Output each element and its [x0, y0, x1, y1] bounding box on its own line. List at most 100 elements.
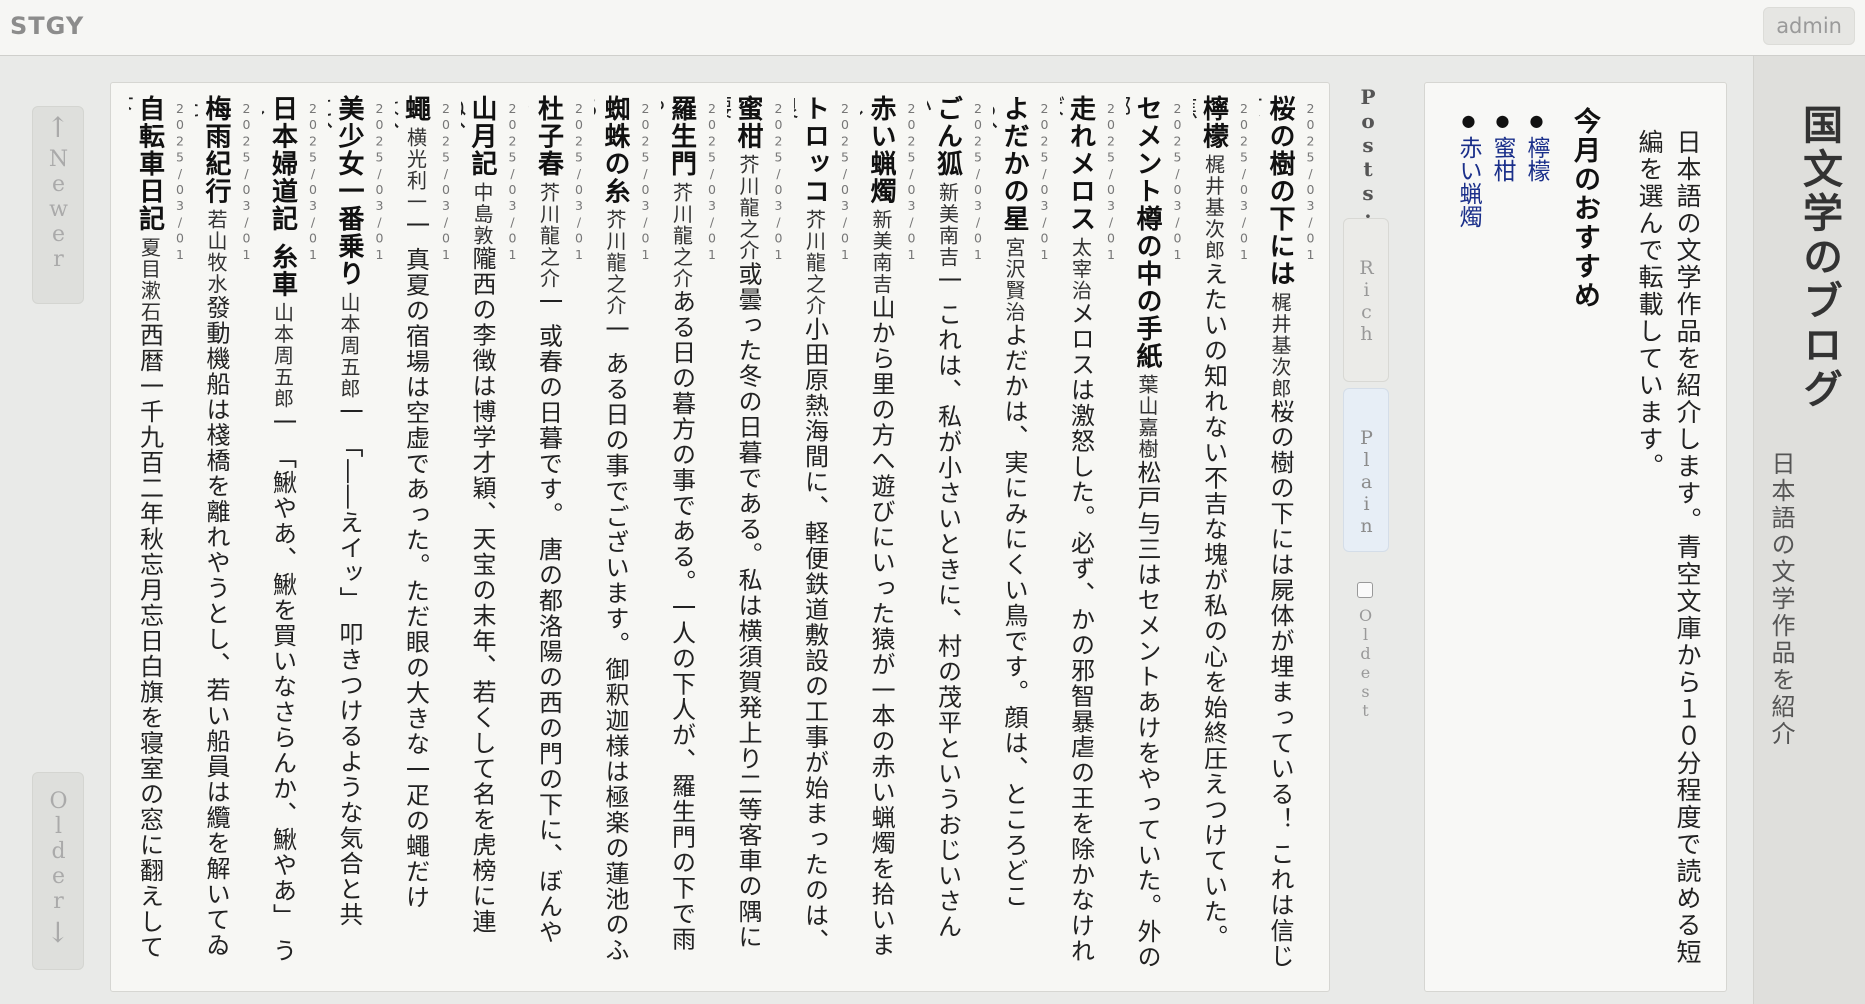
post-title[interactable]: トロッコ	[800, 95, 830, 205]
post-body: 自転車日記夏目漱石西暦一千九百二年秋忘月忘日白旗を寝室の窓に翻えして下…	[129, 95, 165, 983]
post-body: 桜の樹の下には梶井基次郎桜の樹の下には屍体が埋まっている！ これは信じて…	[1259, 95, 1295, 983]
post-date: 2025/03/01	[1103, 101, 1119, 263]
post-date: 2025/03/01	[771, 101, 786, 263]
post-author: 夏目漱石	[137, 236, 162, 323]
post-item[interactable]: 2025/03/01 自転車日記夏目漱石西暦一千九百二年秋忘月忘日白旗を寝室の窓に…	[122, 95, 189, 983]
post-item[interactable]: 2025/03/01 日本婦道記 糸車山本周五郎一 「鰍やあ、鰍を買いなさらんか、…	[255, 95, 322, 983]
post-title[interactable]: 蠅	[401, 95, 431, 123]
admin-button[interactable]: admin	[1763, 7, 1855, 45]
post-item[interactable]: 2025/03/01 蜘蛛の糸芥川龍之介一 ある日の事でございます。御釈迦様は極楽…	[588, 95, 655, 983]
site-title[interactable]: 国文学のブログ	[1790, 104, 1848, 412]
post-body: 蜜柑芥川龍之介或曇った冬の日暮である。私は横須賀発上り二等客車の隅に腰…	[727, 95, 763, 983]
post-author: 新美南吉	[869, 209, 893, 295]
post-author: 山本周五郎	[270, 302, 295, 410]
post-author: 葉山嘉樹	[1135, 374, 1159, 460]
site-header-column: 国文学のブログ 日本語の文学作品を紹介	[1753, 56, 1865, 1004]
post-title[interactable]: よだかの星	[999, 95, 1029, 233]
post-date: 2025/03/01	[638, 101, 653, 263]
posts-list: 2025/03/01 桜の樹の下には梶井基次郎桜の樹の下には屍体が埋まっている！ …	[122, 95, 1319, 983]
post-title[interactable]: 蜜柑	[733, 95, 763, 150]
post-item[interactable]: 2025/03/01 蜜柑芥川龍之介或曇った冬の日暮である。私は横須賀発上り二等客…	[721, 95, 788, 983]
post-body: ごん狐新美南吉一 これは、私が小さいときに、村の茂平というおじいさんか…	[927, 95, 963, 983]
post-item[interactable]: 2025/03/01 蠅横光利一一 真夏の宿場は空虚であった。ただ眼の大きな一疋の…	[388, 95, 455, 983]
plain-toggle-button[interactable]: Plain	[1343, 388, 1389, 552]
post-title[interactable]: 美少女一番乗り	[334, 95, 364, 288]
post-title[interactable]: 桜の樹の下には	[1265, 95, 1295, 288]
post-item[interactable]: 2025/03/01 桜の樹の下には梶井基次郎桜の樹の下には屍体が埋まっている！ …	[1253, 95, 1320, 983]
post-item[interactable]: 2025/03/01 ごん狐新美南吉一 これは、私が小さいときに、村の茂平というお…	[920, 95, 987, 983]
post-body: 日本婦道記 糸車山本周五郎一 「鰍やあ、鰍を買いなさらんか、鰍やあ」 うし…	[262, 95, 298, 983]
rich-label: Rich	[1355, 257, 1378, 345]
post-author: 芥川龍之介	[603, 209, 627, 317]
post-item[interactable]: 2025/03/01 羅生門芥川龍之介ある日の暮方の事である。一人の下人が、羅生門…	[654, 95, 721, 983]
post-body: よだかの星宮沢賢治よだかは、実にみにくい鳥です。顔は、ところどころ、…	[993, 95, 1029, 983]
post-body: 檸檬梶井基次郎えたいの知れない不吉な塊が私の心を始終圧えつけていた。焦…	[1193, 95, 1229, 983]
post-author: 芥川龍之介	[736, 154, 760, 262]
recommend-item[interactable]: ● 赤い蝋燭	[1455, 111, 1481, 228]
post-item[interactable]: 2025/03/01 赤い蝋燭新美南吉山から里の方へ遊びにいった猿が一本の赤い蝋燭…	[854, 95, 921, 983]
post-title[interactable]: 赤い蝋燭	[866, 95, 896, 205]
post-item[interactable]: 2025/03/01 杜子春芥川龍之介一 或春の日暮です。 唐の都洛陽の西の門の下…	[521, 95, 588, 983]
post-author: 芥川龍之介	[536, 181, 561, 290]
post-item[interactable]: 2025/03/01 走れメロス太宰治メロスは激怒した。必ず、かの邪智暴虐の王を除…	[1053, 95, 1120, 983]
post-item[interactable]: 2025/03/01 梅雨紀行若山牧水發動機船は棧橋を離れやうとし、若い船員は纜を…	[189, 95, 256, 983]
post-title[interactable]: 梅雨紀行	[201, 95, 231, 205]
recommend-link[interactable]: 檸檬	[1523, 136, 1549, 182]
post-body: 蜘蛛の糸芥川龍之介一 ある日の事でございます。御釈迦様は極楽の蓮池のふち…	[594, 95, 630, 983]
post-date: 2025/03/01	[970, 101, 986, 263]
post-title[interactable]: 羅生門	[667, 95, 697, 178]
recommend-item[interactable]: ● 檸檬	[1523, 111, 1549, 228]
older-button[interactable]: Older ↓	[32, 772, 84, 970]
post-body: 山月記中島敦隴西の李徴は博学才穎、天宝の末年、若くして名を虎榜に連ね、…	[461, 95, 497, 983]
plain-label: Plain	[1355, 427, 1378, 537]
bullet-icon: ●	[1459, 111, 1478, 130]
post-item[interactable]: 2025/03/01 美少女一番乗り山本周五郎一 「――えイッ」 叩きつけるような…	[322, 95, 389, 983]
post-title[interactable]: 蜘蛛の糸	[600, 95, 630, 205]
post-author: 太宰治	[1068, 236, 1093, 302]
post-date: 2025/03/01	[239, 101, 254, 263]
post-date: 2025/03/01	[1037, 101, 1052, 263]
post-author: 山本周五郎	[337, 291, 361, 400]
post-body: 羅生門芥川龍之介ある日の暮方の事である。一人の下人が、羅生門の下で雨や…	[661, 95, 697, 983]
post-author: 中島敦	[470, 181, 494, 247]
oldest-label: Oldest	[1356, 606, 1375, 720]
post-item[interactable]: 2025/03/01 よだかの星宮沢賢治よだかは、実にみにくい鳥です。顔は、ところ…	[987, 95, 1054, 983]
recommend-link[interactable]: 蜜柑	[1489, 136, 1515, 182]
newer-label: Newer	[46, 147, 71, 272]
post-author: 梶井基次郎	[1201, 154, 1226, 262]
newer-button[interactable]: ↑ Newer	[32, 106, 84, 304]
post-title[interactable]: 日本婦道記 糸車	[268, 95, 298, 298]
post-date: 2025/03/01	[571, 101, 587, 263]
oldest-checkbox[interactable]	[1357, 582, 1373, 598]
post-date: 2025/03/01	[704, 101, 720, 263]
recommend-link[interactable]: 赤い蝋燭	[1455, 136, 1481, 228]
post-title[interactable]: 山月記	[467, 95, 497, 178]
post-author: 若山牧水	[204, 209, 228, 295]
post-title[interactable]: 杜子春	[534, 95, 564, 178]
app-logo[interactable]: STGY	[10, 12, 84, 40]
post-title[interactable]: 檸檬	[1199, 95, 1229, 150]
recommend-heading: 今月のおすすめ	[1569, 107, 1600, 310]
post-author: 芥川龍之介	[802, 209, 827, 317]
posts-panel: 2025/03/01 桜の樹の下には梶井基次郎桜の樹の下には屍体が埋まっている！ …	[110, 82, 1330, 992]
post-author: 新美南吉	[935, 181, 960, 268]
site-description: 日本語の文学作品を紹介します。青空文庫から１０分程度で読める短編を選んで転載して…	[1635, 129, 1702, 966]
post-date: 2025/03/01	[372, 101, 387, 263]
post-title[interactable]: 自転車日記	[135, 95, 165, 233]
post-date: 2025/03/01	[438, 101, 454, 263]
post-item[interactable]: 2025/03/01 セメント樽の中の手紙葉山嘉樹松戸与三はセメントあけをやってい…	[1120, 95, 1187, 983]
post-title[interactable]: セメント樽の中の手紙	[1132, 95, 1162, 370]
post-title[interactable]: 走れメロス	[1066, 95, 1096, 233]
post-date: 2025/03/01	[1170, 101, 1185, 263]
post-item[interactable]: 2025/03/01 トロッコ芥川龍之介小田原熱海間に、軽便鉄道敷設の工事が始まっ…	[787, 95, 854, 983]
post-item[interactable]: 2025/03/01 檸檬梶井基次郎えたいの知れない不吉な塊が私の心を始終圧えつけ…	[1186, 95, 1253, 983]
post-date: 2025/03/01	[837, 101, 853, 263]
post-date: 2025/03/01	[1236, 101, 1252, 263]
recommend-list: ● 檸檬 ● 蜜柑 ● 赤い蝋燭	[1455, 111, 1549, 228]
post-title[interactable]: ごん狐	[933, 95, 963, 178]
rich-toggle-button[interactable]: Rich	[1343, 218, 1389, 382]
post-item[interactable]: 2025/03/01 山月記中島敦隴西の李徴は博学才穎、天宝の末年、若くして名を虎…	[455, 95, 522, 983]
info-card: 日本語の文学作品を紹介します。青空文庫から１０分程度で読める短編を選んで転載して…	[1424, 82, 1727, 992]
recommend-item[interactable]: ● 蜜柑	[1489, 111, 1515, 228]
post-author: 横光利一	[403, 126, 428, 213]
